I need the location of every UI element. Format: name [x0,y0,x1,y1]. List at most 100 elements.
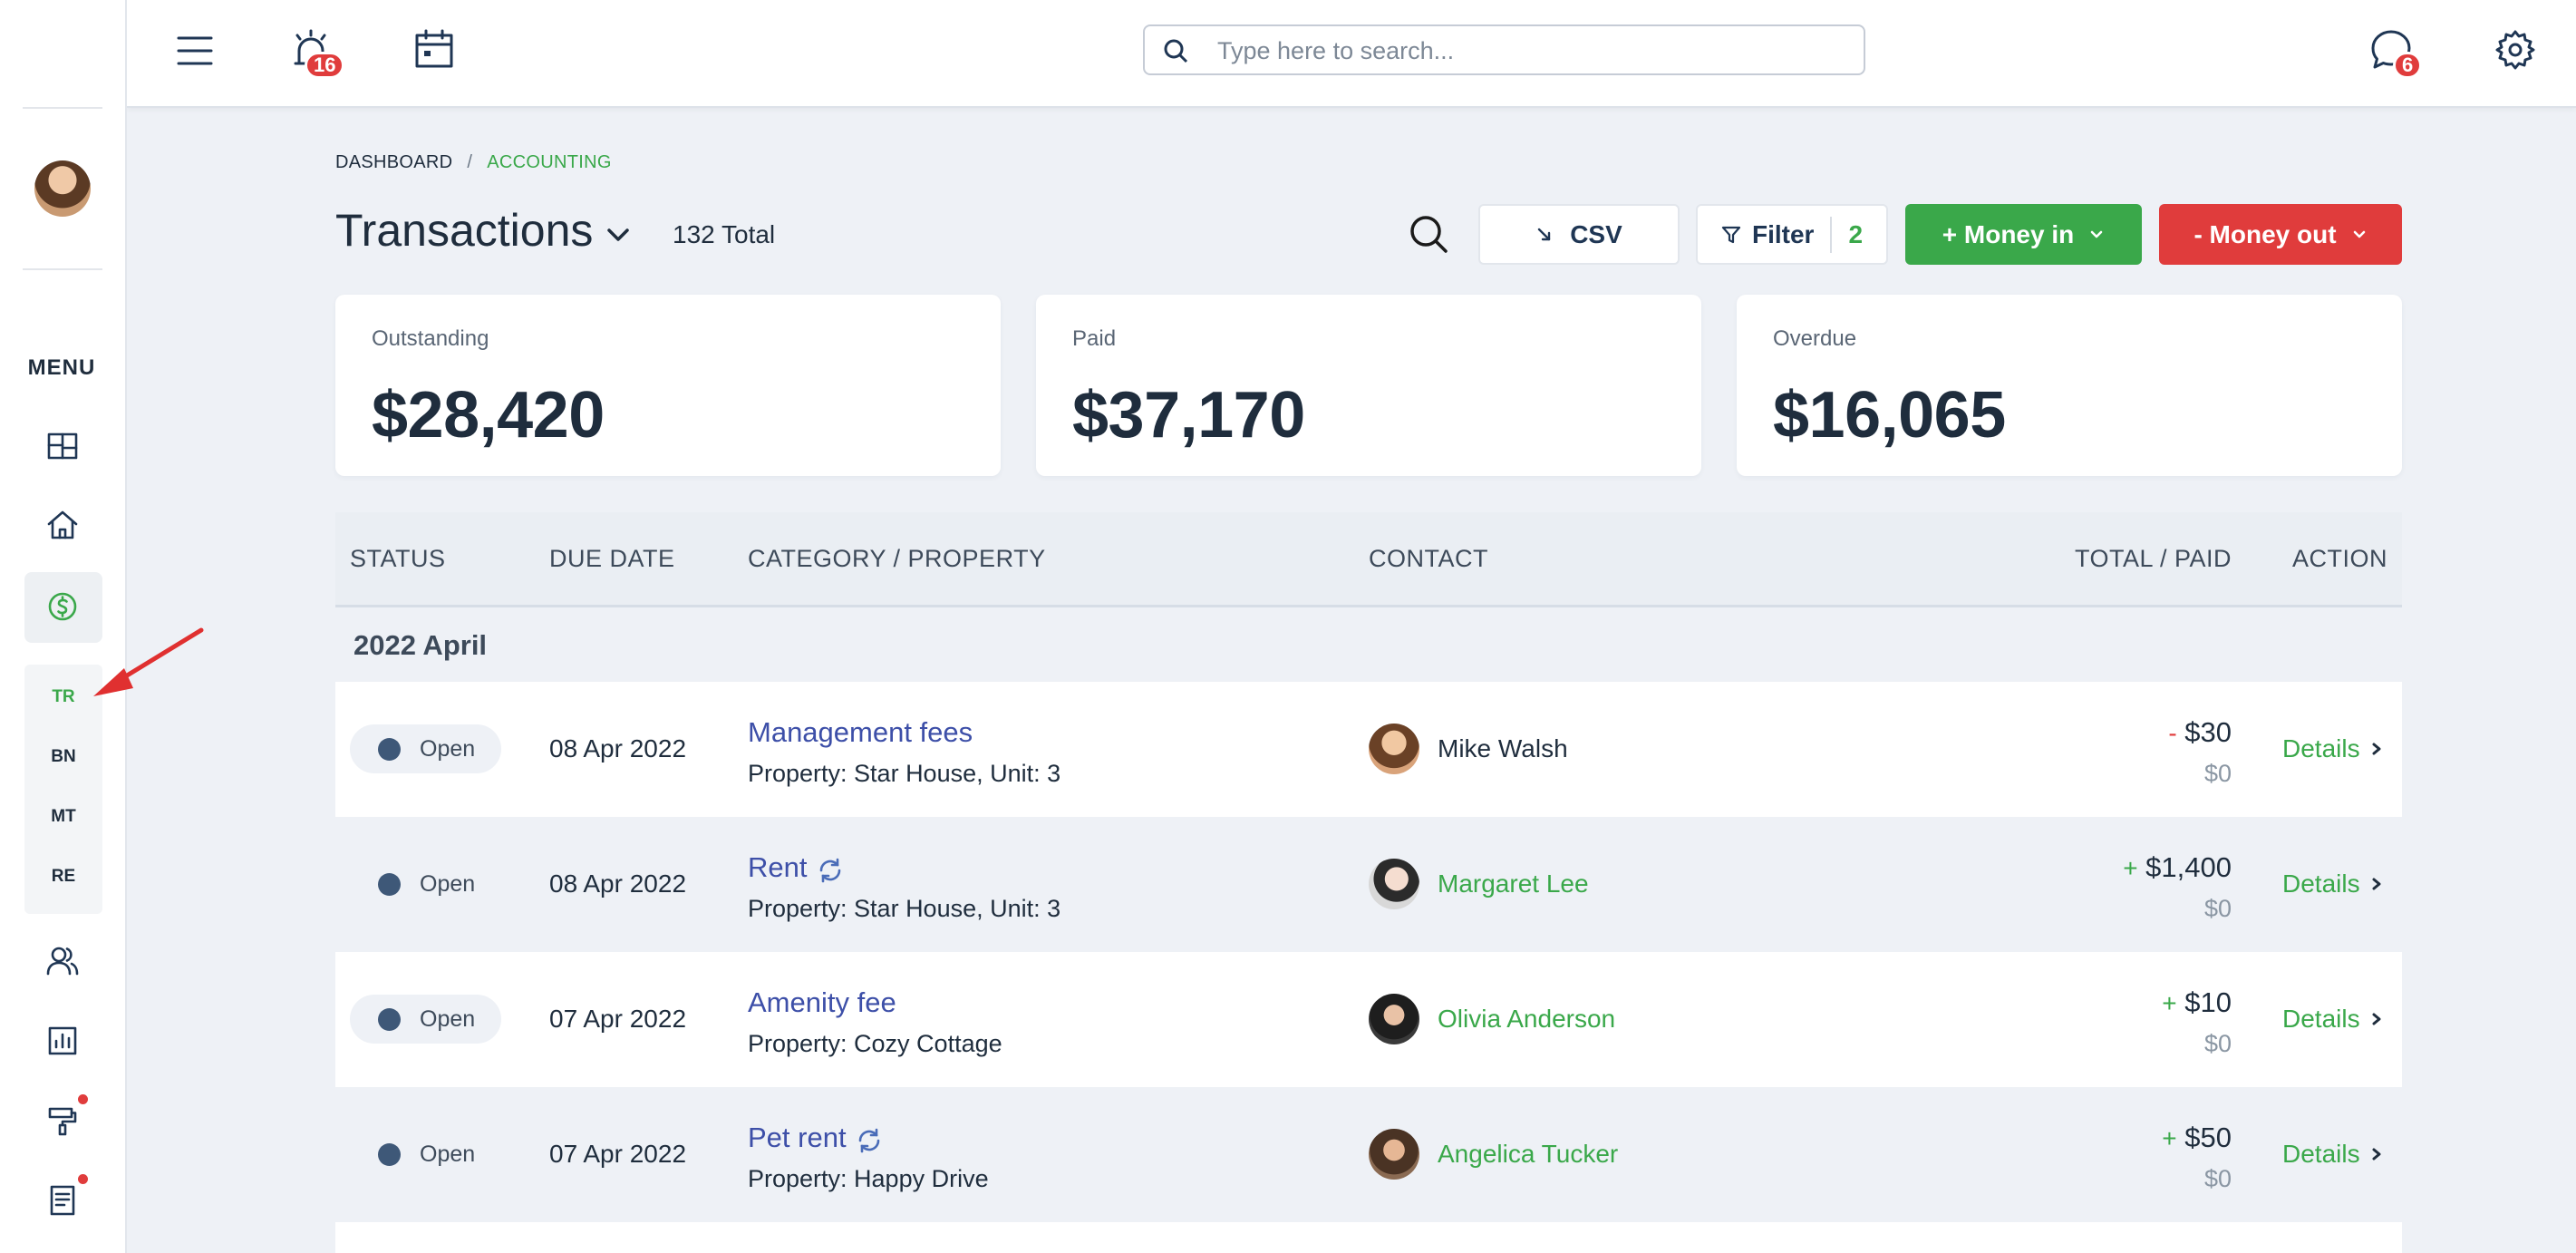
details-label: Details [2282,1005,2360,1033]
transactions-table: STATUS DUE DATE CATEGORY / PROPERTY CONT… [335,512,2402,1253]
details-label: Details [2282,734,2360,762]
category-link[interactable]: Management fees [748,716,973,749]
overdue-value: $16,065 [1773,379,2006,452]
money-in-button[interactable]: + Money in [1905,204,2142,265]
column-category-property[interactable]: CATEGORY / PROPERTY [748,545,1046,573]
user-avatar[interactable] [34,160,91,217]
submenu-re[interactable]: RE [24,867,102,887]
arrow-down-right-icon [1538,228,1551,240]
contact-avatar [1369,724,1419,774]
month-group-label: 2022 April [353,629,488,661]
filter-button[interactable]: Filter 2 [1696,204,1888,265]
overdue-card: Overdue $16,065 [1737,295,2402,476]
chevron-right-icon [2372,878,2381,890]
annotation-arrow [93,627,204,696]
chevron-down-icon [2090,230,2103,238]
total-amount: - $30 [2168,716,2232,749]
contact-avatar [1369,859,1419,909]
contact-name[interactable]: Olivia Anderson [1438,1005,1615,1034]
table-header: STATUS DUE DATE CATEGORY / PROPERTY CONT… [335,512,2402,607]
top-bar: 16 6 [127,0,2576,108]
accounting-icon[interactable] [43,587,82,626]
contact-name[interactable]: Angelica Tucker [1438,1140,1618,1169]
status-badge: Open [350,724,501,773]
people-icon[interactable] [43,941,82,981]
submenu-mt[interactable]: MT [24,807,102,827]
amount-value: $30 [2184,716,2232,748]
reports-icon[interactable] [43,1021,82,1061]
column-total-paid[interactable]: TOTAL / PAID [2075,545,2232,573]
total-count: 132 Total [673,220,776,248]
due-date: 07 Apr 2022 [549,1140,687,1168]
search-input[interactable] [1215,34,1845,68]
breadcrumb: DASHBOARD / ACCOUNTING [335,152,612,173]
details-link[interactable]: Details [2282,734,2384,763]
month-group-row: 2022 April [335,607,2402,682]
status-dot [378,873,401,896]
money-out-button[interactable]: - Money out [2159,204,2402,265]
due-date: 07 Apr 2022 [549,1005,687,1033]
contact-name: Mike Walsh [1438,734,1568,762]
total-amount: + $1,400 [2123,851,2232,884]
column-action: ACTION [2291,545,2387,572]
money-out-label: - Money out [2193,219,2337,248]
page-title: Transactions [335,205,594,256]
filter-count: 2 [1848,219,1864,248]
maintenance-icon[interactable] [43,1101,82,1141]
contact-name[interactable]: Margaret Lee [1438,869,1589,898]
sidebar-divider [23,268,102,270]
category-link[interactable]: Amenity fee [748,986,896,1019]
filter-icon [1721,226,1741,243]
due-date: 08 Apr 2022 [549,869,687,898]
money-in-label: + Money in [1942,219,2075,248]
chevron-right-icon [2372,743,2381,755]
column-contact[interactable]: CONTACT [1369,545,1488,573]
gear-icon[interactable] [2493,27,2538,73]
category-link[interactable]: Pet rent [748,1122,847,1154]
filter-label: Filter [1751,219,1815,248]
paid-amount: $0 [2203,895,2232,922]
property-text: Property: Star House, Unit: 3 [748,895,1061,922]
column-status[interactable]: STATUS [350,545,446,573]
details-link[interactable]: Details [2282,869,2384,898]
status-badge: Open [350,1130,501,1179]
column-due-date[interactable]: DUE DATE [549,545,675,573]
details-link[interactable]: Details [2282,1140,2384,1169]
home-icon[interactable] [43,505,82,545]
sidebar-divider [23,107,102,109]
details-label: Details [2282,869,2360,898]
chevron-down-icon[interactable] [603,219,634,250]
table-row[interactable]: Open 07 Apr 2022 Pet rent Property: Happ… [335,1087,2402,1222]
table-row[interactable]: Open 07 Apr 2022 Amenity fee Property: C… [335,952,2402,1087]
status-text: Open [420,871,476,897]
chevron-right-icon [2372,1148,2381,1161]
table-row[interactable]: Open 08 Apr 2022 Rent Property: Star Hou… [335,817,2402,952]
category-link[interactable]: Rent [748,851,807,884]
documents-icon[interactable] [43,1180,82,1220]
outstanding-label: Outstanding [372,326,489,351]
status-text: Open [420,1141,476,1167]
csv-label: CSV [1570,219,1622,248]
status-badge: Open [350,860,501,908]
amount-sign: + [2162,989,2177,1017]
breadcrumb-accounting[interactable]: ACCOUNTING [487,152,611,172]
details-link[interactable]: Details [2282,1005,2384,1034]
outstanding-value: $28,420 [372,379,605,452]
status-dot [378,1008,401,1031]
calendar-icon[interactable] [412,27,456,71]
amount-sign: + [2162,1124,2177,1152]
submenu-bn[interactable]: BN [24,747,102,767]
table-row[interactable]: Open 08 Apr 2022 Management fees Propert… [335,682,2402,817]
chevron-right-icon [2372,1013,2381,1025]
paid-amount: $0 [2203,1165,2232,1192]
hamburger-menu-icon[interactable] [174,30,216,72]
paid-card: Paid $37,170 [1036,295,1701,476]
search-icon[interactable] [1408,213,1449,255]
property-text: Property: Cozy Cottage [748,1030,1002,1057]
paid-amount: $0 [2203,760,2232,787]
menu-label: MENU [27,355,96,380]
dashboard-icon[interactable] [43,426,82,466]
csv-button[interactable]: CSV [1478,204,1680,265]
status-dot [378,738,401,761]
breadcrumb-dashboard[interactable]: DASHBOARD [335,152,452,172]
